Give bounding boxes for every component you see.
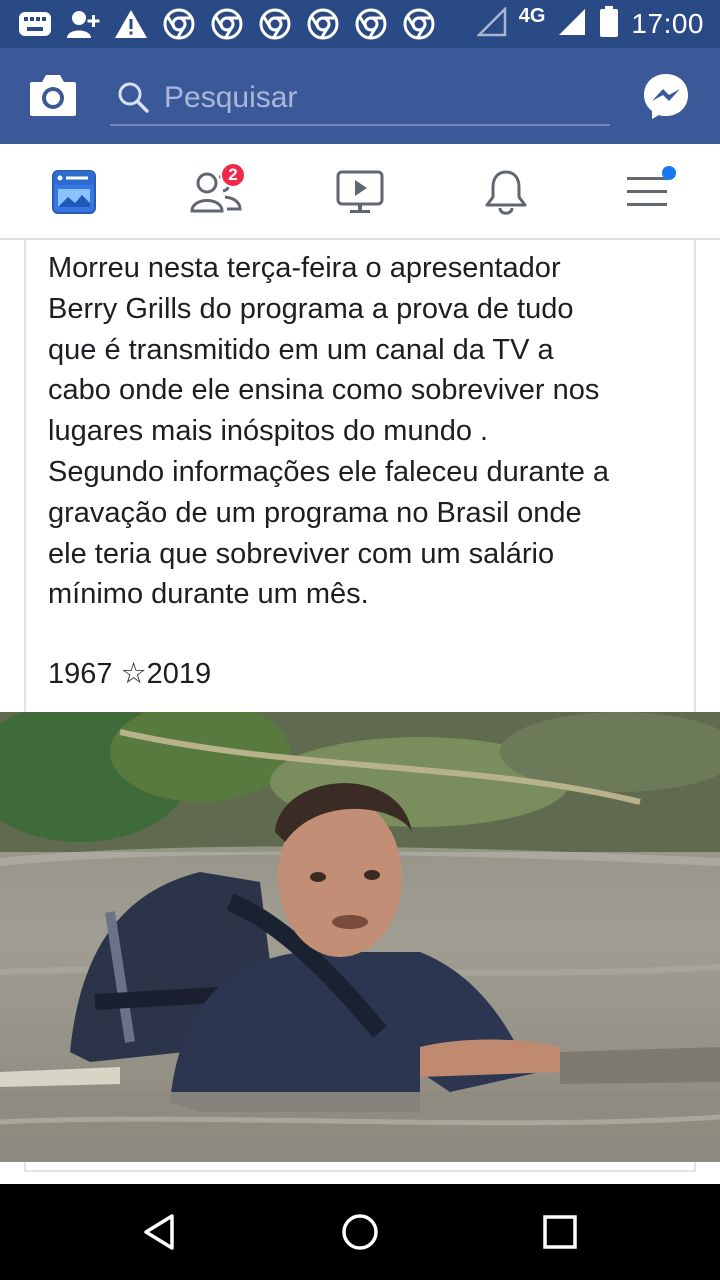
back-icon <box>144 1214 174 1250</box>
tab-news-feed[interactable] <box>44 162 104 222</box>
signal-icon <box>557 7 587 42</box>
post-card: Morreu nesta terça-feira o apresentador … <box>24 240 696 712</box>
system-nav-bar <box>0 1184 720 1280</box>
chrome-icon <box>402 7 436 41</box>
chrome-icon <box>306 7 340 41</box>
chrome-icon <box>162 7 196 41</box>
tab-watch[interactable] <box>330 162 390 222</box>
clock: 17:00 <box>631 8 704 39</box>
camera-icon <box>30 75 76 116</box>
warning-icon <box>114 7 148 41</box>
signal-empty-icon <box>475 5 507 42</box>
news-feed-icon <box>52 170 96 214</box>
messenger-button[interactable] <box>642 72 690 120</box>
add-contact-icon <box>66 7 100 41</box>
search-bar[interactable] <box>110 70 610 126</box>
bell-icon <box>485 170 527 215</box>
post-photo[interactable] <box>0 712 720 1162</box>
recent-apps-icon <box>543 1215 577 1249</box>
search-input[interactable] <box>164 76 594 120</box>
tab-bar: 2 <box>0 144 720 240</box>
tab-menu[interactable] <box>618 162 678 222</box>
search-icon <box>118 82 149 113</box>
tab-notifications[interactable] <box>476 162 536 222</box>
post-card-footer <box>24 1162 696 1172</box>
messenger-icon <box>644 74 688 119</box>
keyboard-icon <box>18 7 52 41</box>
camera-button[interactable] <box>28 72 78 118</box>
tab-friends[interactable]: 2 <box>186 162 246 222</box>
battery-icon <box>599 5 619 43</box>
status-bar: 4G 17:00 <box>0 0 720 48</box>
back-button[interactable] <box>136 1208 184 1256</box>
home-button[interactable] <box>336 1208 384 1256</box>
post-text: Morreu nesta terça-feira o apresentador … <box>48 252 610 611</box>
chrome-icon <box>210 7 244 41</box>
video-icon <box>336 170 384 213</box>
post-dates: 1967 ☆2019 <box>48 658 212 690</box>
app-bar <box>0 48 720 144</box>
menu-notification-dot <box>662 166 676 180</box>
notification-icons <box>18 7 436 41</box>
network-type: 4G <box>518 4 546 27</box>
status-right: 4G 17:00 <box>475 0 704 48</box>
home-icon <box>342 1214 378 1250</box>
recent-apps-button[interactable] <box>536 1208 584 1256</box>
chrome-icon <box>354 7 388 41</box>
friend-requests-badge: 2 <box>220 162 246 188</box>
chrome-icon <box>258 7 292 41</box>
